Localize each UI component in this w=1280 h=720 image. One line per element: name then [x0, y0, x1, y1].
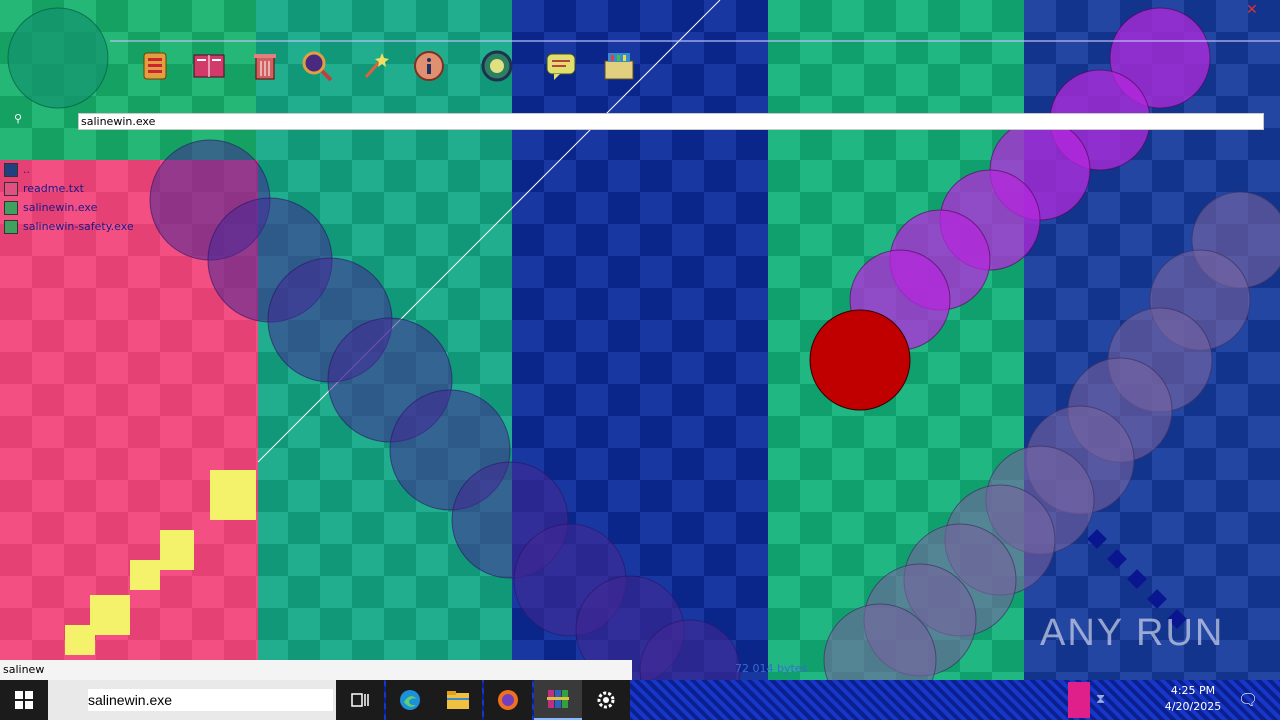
trash-icon[interactable]	[246, 47, 284, 85]
file-name: readme.txt	[23, 182, 84, 195]
status-text: salinew	[3, 663, 45, 676]
address-bar-input[interactable]: salinewin.exe	[78, 113, 1264, 130]
book-icon[interactable]	[190, 47, 228, 85]
file-name: salinewin-safety.exe	[23, 220, 134, 233]
folder-icon	[447, 691, 469, 709]
tray-app-icon[interactable]	[1068, 682, 1090, 718]
status-file-size: 72 014 bytes	[735, 662, 808, 675]
file-item-parent[interactable]: ..	[4, 160, 184, 179]
edge-button[interactable]	[386, 680, 434, 720]
gear-icon	[597, 691, 615, 709]
file-item-salinewin[interactable]: salinewin.exe	[4, 198, 184, 217]
winrar-icon	[547, 690, 569, 708]
shield-icon[interactable]	[478, 47, 516, 85]
info-icon[interactable]	[410, 47, 448, 85]
folder-up-icon	[4, 162, 18, 177]
wand-icon[interactable]	[356, 47, 394, 85]
file-manager-toolbar	[0, 0, 1280, 110]
desktop-glitch-background: ✕ ⚲ salinewin.exe .. readme.txt salinewi…	[0, 0, 1280, 680]
chat-icon[interactable]	[542, 47, 580, 85]
clock-time: 4:25 PM	[1170, 684, 1216, 697]
text-file-icon	[4, 181, 18, 196]
exe-file-icon	[4, 219, 18, 234]
file-item-readme[interactable]: readme.txt	[4, 179, 184, 198]
file-name: salinewin.exe	[23, 201, 98, 214]
anyrun-watermark: ANY RUN	[1040, 612, 1225, 654]
network-icon[interactable]: ⧗	[1096, 692, 1105, 707]
toolbox-icon[interactable]	[600, 47, 638, 85]
task-view-icon	[351, 693, 369, 707]
firefox-button[interactable]	[484, 680, 532, 720]
status-bar: salinew	[0, 660, 632, 680]
taskbar-search[interactable]: salinewin.exe	[48, 680, 336, 720]
system-clock[interactable]: 4:25 PM 4/20/2025	[1158, 683, 1228, 715]
file-item-salinewin-safety[interactable]: salinewin-safety.exe	[4, 217, 184, 236]
taskbar: salinewin.exe ⧗ 4:25 PM 4/20/2025 🗨	[0, 680, 1280, 720]
clock-date: 4/20/2025	[1164, 700, 1222, 713]
search-input[interactable]: salinewin.exe	[88, 689, 333, 711]
settings-button[interactable]	[582, 680, 630, 720]
navigate-up-icon[interactable]: ⚲	[14, 112, 22, 125]
winrar-button[interactable]	[534, 680, 582, 720]
file-explorer-button[interactable]	[434, 680, 482, 720]
file-name: ..	[23, 163, 30, 176]
notebook-icon[interactable]	[136, 47, 174, 85]
windows-logo-icon	[15, 691, 33, 709]
exe-file-icon	[4, 200, 18, 215]
file-list: .. readme.txt salinewin.exe salinewin-sa…	[4, 160, 184, 236]
notification-icon[interactable]: 🗨	[1238, 690, 1258, 709]
edge-browser-icon	[400, 690, 420, 710]
magnifier-icon[interactable]	[298, 47, 336, 85]
task-view-button[interactable]	[336, 680, 384, 720]
firefox-icon	[498, 690, 518, 710]
start-button[interactable]	[0, 680, 48, 720]
